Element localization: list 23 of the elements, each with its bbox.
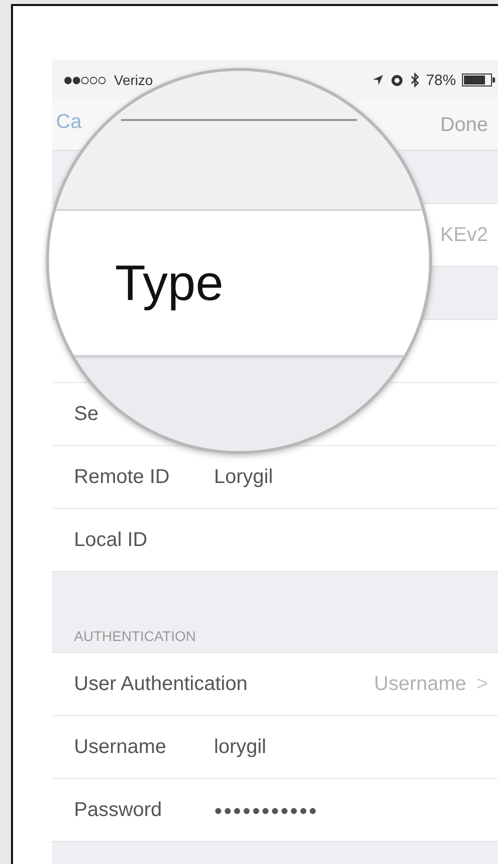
row-label: Se: [74, 402, 98, 426]
battery-icon: [462, 73, 496, 87]
carrier-name: Verizo: [114, 72, 153, 88]
battery-percentage: 78%: [426, 72, 456, 88]
row-value[interactable]: Username: [374, 672, 466, 696]
row-label: Username: [74, 736, 168, 758]
signal-dots-icon: [64, 76, 108, 84]
alarm-clock-icon: [390, 73, 404, 87]
done-link[interactable]: Done: [440, 114, 488, 136]
row-label: User Authentication: [74, 672, 248, 696]
text-field[interactable]: Lorygil: [214, 466, 273, 488]
bluetooth-icon: [410, 72, 420, 88]
text-field[interactable]: lorygil: [214, 736, 266, 758]
row-label: Password: [74, 798, 163, 822]
password-field[interactable]: ●●●●●●●●●●●: [214, 802, 318, 818]
cancel-link[interactable]: Ca: [56, 112, 82, 132]
row-value[interactable]: KEv2: [440, 224, 488, 246]
location-arrow-icon: [372, 74, 384, 86]
section-header: AUTHENTICATION: [74, 628, 196, 644]
row-label: Local ID: [74, 528, 148, 552]
magnified-row-label: Type: [115, 254, 224, 312]
chevron-icon: >: [476, 672, 488, 696]
row-label: Remote ID: [74, 466, 171, 488]
